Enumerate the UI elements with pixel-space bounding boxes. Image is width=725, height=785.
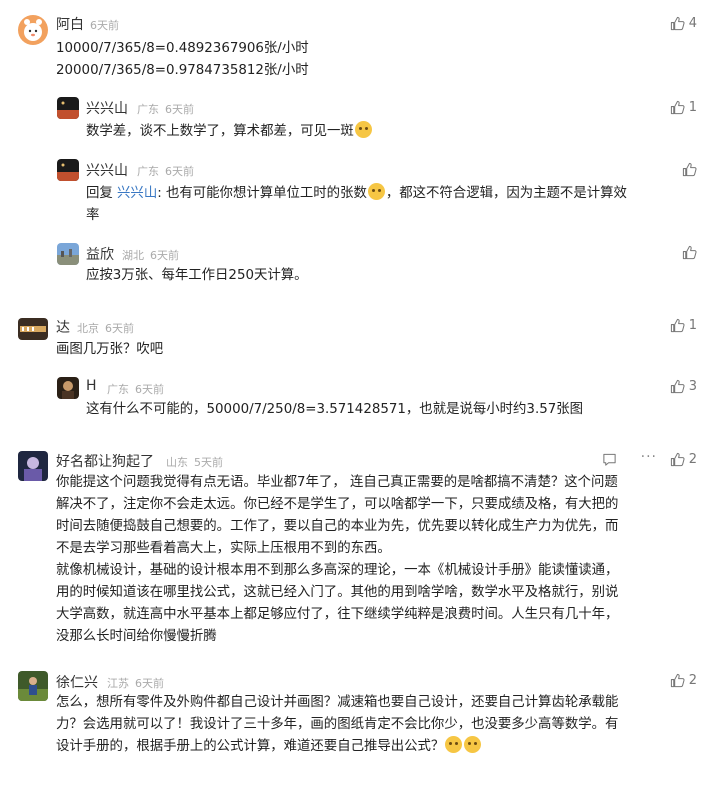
like-button[interactable]: 2 [670, 673, 697, 688]
avatar[interactable] [57, 243, 79, 265]
comment-text: 画图几万张？吹吧 [56, 342, 164, 357]
mention-link[interactable]: 兴兴山 [117, 186, 157, 201]
avatar[interactable] [18, 451, 48, 481]
like-button[interactable]: 1 [670, 318, 697, 333]
comment-meta: 广东 6天前 [137, 165, 194, 178]
like-button[interactable]: 3 [670, 379, 697, 394]
comment-text: 回复 兴兴山: 也有可能你想计算单位工时的张数 ，都这不符合逻辑，因为主题不是计算… [86, 183, 696, 227]
commenter-name[interactable]: 阿白 [56, 14, 84, 34]
comment-text: 数学差，谈不上数学了，算术都差，可见一斑 [86, 121, 373, 143]
reply-button[interactable] [602, 452, 617, 471]
avatar[interactable] [18, 671, 48, 701]
comment-meta: 江苏 6天前 [107, 677, 164, 690]
more-dots-icon: ··· [640, 449, 657, 465]
commenter-name[interactable]: 兴兴山 [86, 98, 128, 118]
avatar[interactable] [57, 159, 79, 181]
emoji-icon [445, 736, 463, 753]
like-count: 3 [688, 379, 697, 394]
emoji-icon [367, 183, 385, 200]
thumbs-up-icon [670, 318, 685, 333]
emoji-icon [354, 121, 372, 138]
comment-text: 怎么，想所有零件及外购件都自己设计并画图？减速箱也要自己设计，还要自己计算齿轮承… [56, 695, 619, 754]
comment-time: 6天前 [90, 19, 119, 32]
like-count: 1 [688, 100, 697, 115]
more-button[interactable]: ··· [641, 449, 657, 465]
commenter-name[interactable]: 益欣 [86, 244, 114, 264]
like-button[interactable]: 4 [670, 16, 697, 31]
thumbs-up-icon [670, 673, 685, 688]
comment-meta: 6天前 [90, 17, 125, 33]
commenter-name[interactable]: 好名都让狗起了 [56, 451, 154, 471]
like-count: 2 [688, 673, 697, 688]
comment-text: 你能提这个问题我觉得有点无语。毕业都7年了， 连自己真正需要的是啥都搞不清楚？这… [56, 475, 619, 644]
commenter-name[interactable]: 兴兴山 [86, 160, 128, 180]
avatar[interactable] [57, 377, 79, 399]
thumbs-up-icon [682, 162, 697, 177]
thumbs-up-icon [670, 100, 685, 115]
thumbs-up-icon [670, 379, 685, 394]
comment-meta: 山东 5天前 [166, 456, 223, 469]
reply-bubble-icon [603, 453, 616, 466]
thumbs-up-icon [670, 16, 685, 31]
emoji-icon [464, 736, 482, 753]
comment-meta: 湖北 6天前 [122, 249, 179, 262]
avatar[interactable] [18, 15, 48, 45]
comment-text: 10000/7/365/8=0.4892367906张/小时 20000/7/3… [56, 41, 309, 78]
like-button[interactable] [682, 162, 697, 177]
like-count: 1 [688, 318, 697, 333]
like-button[interactable]: 2 [670, 452, 697, 467]
comment-text: 这有什么不可能的，50000/7/250/8=3.571428571，也就是说每… [86, 402, 584, 417]
like-count: 2 [688, 452, 697, 467]
avatar[interactable] [57, 97, 79, 119]
like-count: 4 [688, 16, 697, 31]
comment-meta: 广东 6天前 [107, 383, 164, 396]
commenter-name[interactable]: 徐仁兴 [56, 672, 98, 692]
avatar[interactable] [18, 318, 48, 340]
like-button[interactable] [682, 245, 697, 260]
commenter-name[interactable]: H [86, 378, 97, 394]
comment-meta: 广东 6天前 [137, 103, 194, 116]
thumbs-up-icon [670, 452, 685, 467]
like-button[interactable]: 1 [670, 100, 697, 115]
comment-text: 应按3万张、每年工作日250天计算。 [86, 268, 308, 283]
comment-meta: 北京 6天前 [77, 322, 134, 335]
thumbs-up-icon [682, 245, 697, 260]
commenter-name[interactable]: 达 [56, 317, 70, 337]
